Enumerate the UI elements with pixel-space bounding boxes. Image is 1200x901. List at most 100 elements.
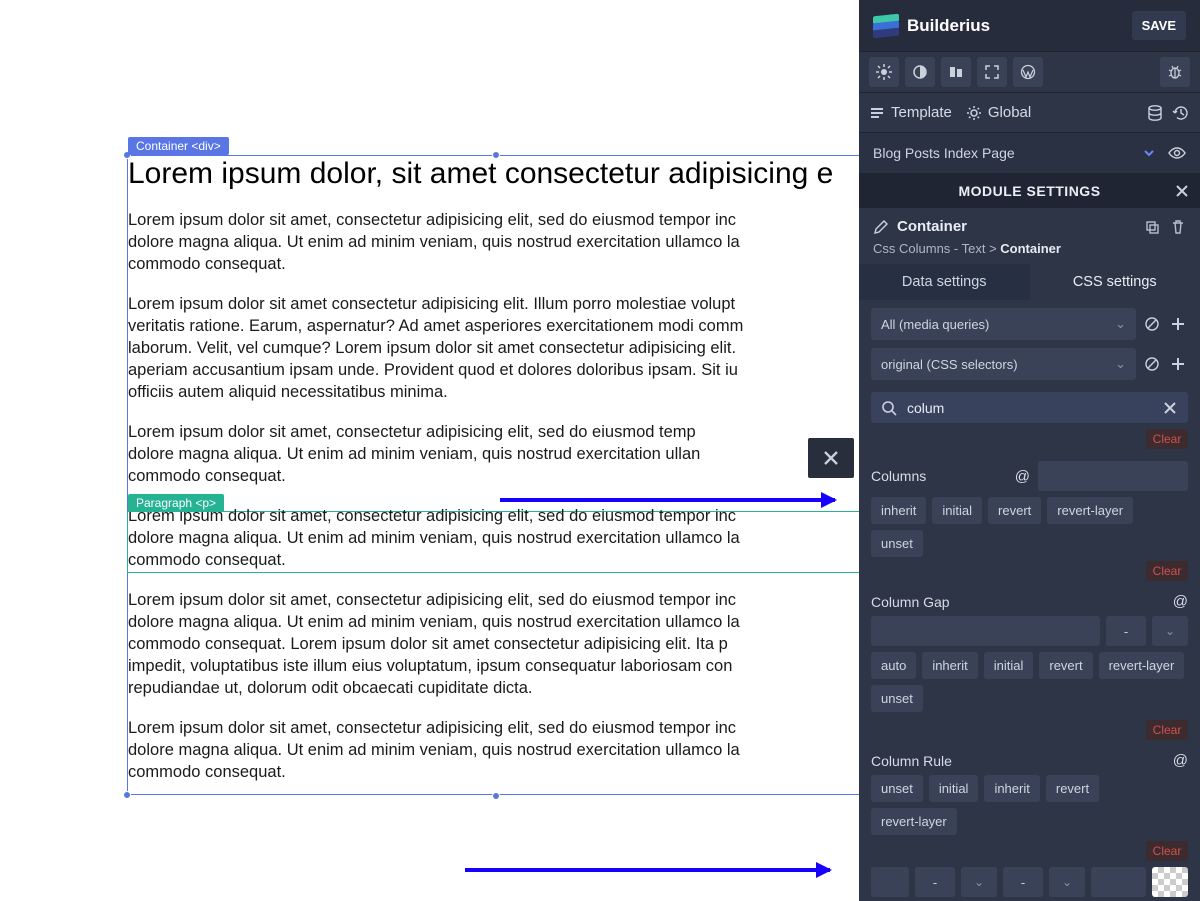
history-button[interactable] — [1172, 104, 1190, 122]
settings-panel: Builderius SAVE Template Global — [859, 0, 1200, 901]
data-settings-tab[interactable]: Data settings — [859, 264, 1030, 300]
reset-selector-button[interactable] — [1144, 356, 1162, 372]
plus-icon — [1170, 356, 1186, 372]
value-pill-inherit[interactable]: inherit — [871, 497, 926, 524]
at-icon[interactable]: @ — [1173, 593, 1188, 610]
breadcrumb: Css Columns - Text > Container — [859, 239, 1200, 264]
paragraph-5[interactable]: Lorem ipsum dolor sit amet, consectetur … — [128, 589, 858, 699]
module-name: Container — [897, 218, 967, 235]
paragraph-2[interactable]: Lorem ipsum dolor sit amet consectetur a… — [128, 293, 858, 403]
align-button[interactable] — [941, 57, 971, 87]
global-tab[interactable]: Global — [966, 104, 1031, 121]
column-rule-width-input[interactable] — [871, 867, 909, 897]
eye-icon — [1168, 144, 1186, 162]
heading[interactable]: Lorem ipsum dolor, sit amet consectetur … — [128, 157, 858, 191]
paragraph-6[interactable]: Lorem ipsum dolor sit amet, consectetur … — [128, 717, 858, 783]
value-pill-revert-layer[interactable]: revert-layer — [1047, 497, 1133, 524]
trash-icon — [1170, 219, 1186, 235]
preview-button[interactable] — [1168, 144, 1186, 162]
canvas[interactable]: Container <div> Lorem ipsum dolor, sit a… — [0, 0, 858, 901]
delete-button[interactable] — [1170, 219, 1186, 235]
value-pill-initial[interactable]: initial — [929, 775, 979, 802]
breadcrumb-path: Css Columns - Text > — [873, 241, 1000, 256]
debug-button[interactable] — [1160, 57, 1190, 87]
value-pill-inherit[interactable]: inherit — [984, 775, 1039, 802]
column-rule-color-swatch[interactable] — [1152, 867, 1188, 897]
duplicate-button[interactable] — [1144, 219, 1160, 235]
wordpress-button[interactable] — [1013, 57, 1043, 87]
align-icon — [948, 64, 964, 80]
value-pill-revert[interactable]: revert — [1039, 652, 1092, 679]
column-gap-unit-select[interactable]: ⌄ — [1152, 616, 1188, 646]
bug-icon — [1167, 64, 1183, 80]
contrast-button[interactable] — [905, 57, 935, 87]
data-stack-button[interactable] — [1146, 104, 1164, 122]
column-gap-input[interactable] — [871, 616, 1100, 646]
property-search-input[interactable] — [907, 400, 1152, 416]
value-pill-unset[interactable]: unset — [871, 685, 923, 712]
at-icon[interactable]: @ — [1015, 468, 1030, 485]
column-gap-unit[interactable]: - — [1106, 616, 1146, 646]
value-pill-revert-layer[interactable]: revert-layer — [1099, 652, 1185, 679]
paragraph-3[interactable]: Lorem ipsum dolor sit amet, consectetur … — [128, 421, 858, 487]
value-pill-initial[interactable]: initial — [984, 652, 1034, 679]
columns-pills: inheritinitialrevertrevert-layer unset — [871, 497, 1188, 557]
close-floating-button[interactable] — [808, 438, 854, 478]
column-rule-style-select[interactable]: ⌄ — [1049, 867, 1085, 897]
column-rule-width-unit[interactable]: - — [915, 867, 955, 897]
clear-column-gap-button[interactable]: Clear — [1146, 561, 1188, 581]
close-panel-button[interactable] — [1174, 183, 1190, 199]
column-gap-pills: autoinherit initialrevert revert-layer unse… — [871, 652, 1188, 712]
paragraph-4[interactable]: Lorem ipsum dolor sit amet, consectetur … — [128, 505, 858, 571]
reset-media-button[interactable] — [1144, 316, 1162, 332]
database-icon — [1146, 104, 1164, 122]
column-gap-label: Column Gap — [871, 594, 950, 610]
media-query-row: All (media queries) ⌄ — [859, 300, 1200, 348]
clear-search-button[interactable] — [1162, 400, 1178, 416]
value-pill-unset[interactable]: unset — [871, 775, 923, 802]
close-icon — [1174, 183, 1190, 199]
column-rule-width-unit-select[interactable]: ⌄ — [961, 867, 997, 897]
columns-property: Columns @ inheritinitialrevertrevert-lay… — [859, 455, 1200, 561]
settings-tabs: Data settings CSS settings — [859, 264, 1200, 300]
column-rule-style-input[interactable] — [1091, 867, 1146, 897]
template-dropdown-icon[interactable] — [1142, 146, 1156, 160]
paragraph-tag-label[interactable]: Paragraph <p> — [128, 494, 224, 512]
template-name: Blog Posts Index Page — [873, 145, 1015, 161]
clear-columns-button[interactable]: Clear — [1146, 429, 1188, 449]
save-button[interactable]: SAVE — [1132, 11, 1186, 40]
clear-column-gap-button-2[interactable]: Clear — [1146, 720, 1188, 740]
fullscreen-button[interactable] — [977, 57, 1007, 87]
clear-column-rule-button[interactable]: Clear — [1146, 841, 1188, 861]
template-tab[interactable]: Template — [869, 104, 952, 121]
history-icon — [1172, 104, 1190, 122]
brightness-button[interactable] — [869, 57, 899, 87]
add-media-button[interactable] — [1170, 316, 1188, 332]
css-selector-value: original (CSS selectors) — [881, 357, 1018, 372]
expand-icon — [984, 64, 1000, 80]
container-tag-label[interactable]: Container <div> — [128, 137, 229, 155]
wordpress-icon — [1020, 64, 1036, 80]
add-selector-button[interactable] — [1170, 356, 1188, 372]
css-selector-select[interactable]: original (CSS selectors) ⌄ — [871, 348, 1136, 380]
paragraph-1[interactable]: Lorem ipsum dolor sit amet, consectetur … — [128, 209, 858, 275]
value-pill-initial[interactable]: initial — [932, 497, 982, 524]
global-tab-label: Global — [988, 104, 1031, 121]
column-rule-property: Column Rule @ unsetinitialinheritrevertr… — [859, 746, 1200, 901]
columns-label: Columns — [871, 468, 926, 484]
column-rule-style[interactable]: - — [1003, 867, 1043, 897]
pencil-icon — [873, 219, 889, 235]
template-selector-row: Blog Posts Index Page — [859, 133, 1200, 173]
columns-input[interactable] — [1038, 461, 1188, 491]
value-pill-inherit[interactable]: inherit — [922, 652, 977, 679]
at-icon[interactable]: @ — [1173, 752, 1188, 769]
value-pill-revert[interactable]: revert — [1046, 775, 1099, 802]
value-pill-unset[interactable]: unset — [871, 530, 923, 557]
null-icon — [1144, 356, 1160, 372]
annotation-arrow-1 — [500, 498, 835, 502]
media-query-select[interactable]: All (media queries) ⌄ — [871, 308, 1136, 340]
value-pill-auto[interactable]: auto — [871, 652, 916, 679]
css-settings-tab[interactable]: CSS settings — [1030, 264, 1200, 300]
value-pill-revert-layer[interactable]: revert-layer — [871, 808, 957, 835]
value-pill-revert[interactable]: revert — [988, 497, 1041, 524]
